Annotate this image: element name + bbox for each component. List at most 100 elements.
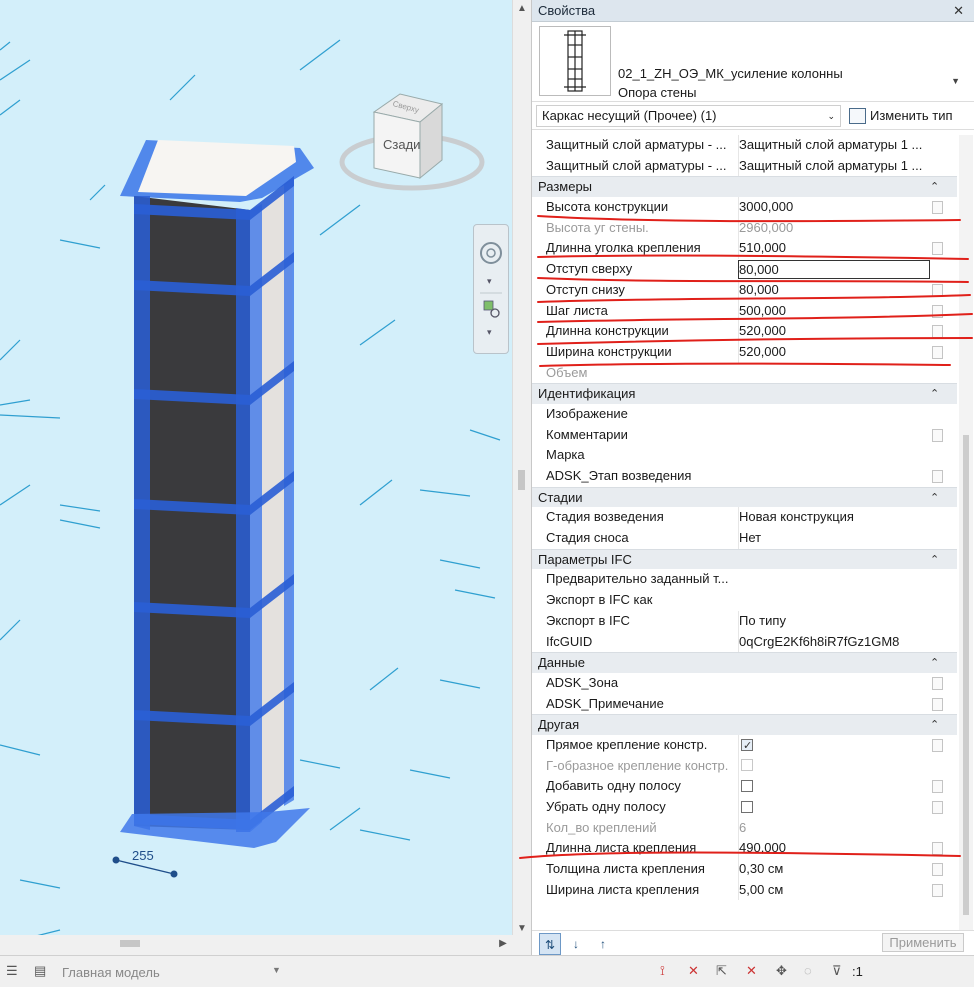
viewport-horizontal-scrollbar[interactable]: ▶ <box>0 935 530 953</box>
background-process-icon[interactable]: ◌ <box>804 963 812 978</box>
active-model-name[interactable]: Главная модель <box>62 965 160 980</box>
select-pinned-icon[interactable]: ⇱ <box>716 963 727 979</box>
collapse-icon[interactable]: ⌃ <box>930 653 939 674</box>
property-row[interactable]: Ширина листа крепления 5,00 см <box>532 879 957 901</box>
value-checkbox[interactable] <box>741 800 753 813</box>
value-checkbox[interactable] <box>741 779 753 792</box>
property-row[interactable]: ADSK_Зона <box>532 673 957 694</box>
property-value[interactable]: Нет <box>738 528 930 549</box>
associate-parameter-button[interactable] <box>932 283 943 297</box>
column-model[interactable] <box>120 140 314 848</box>
property-row[interactable]: Прямое крепление констр. <box>532 734 957 756</box>
property-value[interactable]: 80,000 <box>738 260 930 280</box>
viewport-canvas[interactable]: 255 Сзади Сверху <box>0 0 512 938</box>
property-row[interactable]: Длинна уголка крепления 510,000 <box>532 238 957 260</box>
associate-parameter-button[interactable] <box>932 697 943 711</box>
scroll-up-icon[interactable]: ▲ <box>513 0 531 18</box>
associate-parameter-button[interactable] <box>932 676 943 690</box>
value-checkbox[interactable] <box>741 736 753 756</box>
property-value[interactable]: 0qCrgE2Kf6h8iR7fGz1GM8 <box>738 631 930 653</box>
property-value[interactable]: 520,000 <box>738 341 930 363</box>
collapse-icon[interactable]: ⌃ <box>930 177 939 198</box>
property-group-header[interactable]: Стадии ⌃ <box>532 486 957 509</box>
property-row[interactable]: ADSK_Примечание <box>532 694 957 715</box>
chevron-down-icon[interactable]: ▼ <box>272 965 281 975</box>
associate-parameter-button[interactable] <box>932 863 943 877</box>
property-group-header[interactable]: Размеры ⌃ <box>532 176 957 198</box>
select-by-face-icon[interactable]: ✕ <box>746 963 757 979</box>
associate-parameter-button[interactable] <box>932 842 943 856</box>
scroll-thumb[interactable] <box>963 435 969 915</box>
property-row[interactable]: Предварительно заданный т... <box>532 569 957 590</box>
scroll-thumb[interactable] <box>518 470 525 490</box>
dimension-annotation[interactable]: 255 <box>112 848 178 878</box>
associate-parameter-button[interactable] <box>932 242 943 256</box>
property-row[interactable]: Марка <box>532 445 957 466</box>
steering-wheel-icon[interactable] <box>480 242 502 264</box>
property-row[interactable]: Экспорт в IFC как <box>532 590 957 611</box>
property-row[interactable]: Изображение <box>532 404 957 425</box>
drag-elements-icon[interactable]: ✥ <box>776 963 787 979</box>
associate-parameter-button[interactable] <box>932 345 943 359</box>
collapse-icon[interactable]: ⌃ <box>930 488 939 509</box>
associate-parameter-button[interactable] <box>932 801 943 814</box>
collapse-icon[interactable]: ⌃ <box>930 384 939 405</box>
property-value[interactable]: Новая конструкция <box>738 507 930 529</box>
property-row[interactable]: Объем <box>532 363 957 384</box>
associate-parameter-button[interactable] <box>932 470 943 483</box>
category-filter-dropdown[interactable]: Каркас несущий (Прочее) (1) ⌄ <box>536 105 841 127</box>
property-row[interactable]: Длинна конструкции 520,000 <box>532 321 957 342</box>
associate-parameter-button[interactable] <box>932 738 943 752</box>
property-row[interactable]: Отступ сверху 80,000 <box>532 259 957 280</box>
property-row[interactable]: Длинна листа крепления 490,000 <box>532 838 957 860</box>
associate-parameter-button[interactable] <box>932 428 943 442</box>
property-row[interactable]: ADSK_Этап возведения <box>532 466 957 487</box>
chevron-down-icon[interactable]: ▼ <box>951 76 960 86</box>
collapse-icon[interactable]: ⌃ <box>930 715 939 736</box>
3d-viewport[interactable]: 255 Сзади Сверху ▾ ▾ <box>0 0 512 938</box>
property-group-header[interactable]: Параметры IFC ⌃ <box>532 548 957 571</box>
property-value[interactable]: 80,000 <box>738 279 930 301</box>
property-value[interactable]: 490,000 <box>738 838 930 860</box>
filter-icon[interactable]: ⊽ <box>832 963 842 979</box>
property-row[interactable]: Убрать одну полосу <box>532 797 957 818</box>
property-value[interactable]: Защитный слой арматуры 1 ... <box>738 155 930 177</box>
properties-scrollbar[interactable] <box>959 135 973 930</box>
property-row[interactable]: Добавить одну полосу <box>532 776 957 798</box>
worksets-icon[interactable]: ☰ <box>6 963 18 979</box>
property-group-header[interactable]: Данные ⌃ <box>532 652 957 673</box>
associate-parameter-button[interactable] <box>932 325 943 339</box>
scroll-thumb[interactable] <box>120 940 140 947</box>
associate-parameter-button[interactable] <box>932 201 943 215</box>
associate-parameter-button[interactable] <box>932 780 943 794</box>
property-value[interactable]: 510,000 <box>738 238 930 260</box>
property-row[interactable]: Толщина листа крепления 0,30 см <box>532 859 957 880</box>
property-row[interactable]: Комментарии <box>532 425 957 446</box>
property-row[interactable]: Стадия возведения Новая конструкция <box>532 507 957 529</box>
property-value[interactable]: По типу <box>738 610 930 632</box>
collapse-icon[interactable]: ⌃ <box>930 550 939 571</box>
property-value[interactable] <box>738 734 930 756</box>
navigation-bar[interactable]: ▾ ▾ <box>473 224 509 354</box>
close-icon[interactable]: ✕ <box>953 0 964 22</box>
property-row[interactable]: Высота уг стены. 2960,000 <box>532 217 957 239</box>
sort-icon[interactable]: ⇅ <box>539 933 561 955</box>
select-underlay-icon[interactable]: ✕ <box>688 963 699 979</box>
property-row[interactable]: Отступ снизу 80,000 <box>532 279 957 301</box>
apply-button[interactable]: Применить <box>882 933 964 952</box>
property-row[interactable]: Кол_во креплений 6 <box>532 817 957 839</box>
property-value[interactable]: 5,00 см <box>738 879 930 901</box>
property-row[interactable]: Защитный слой арматуры - ... Защитный сло… <box>532 135 957 156</box>
property-row[interactable]: Защитный слой арматуры - ... Защитный сло… <box>532 155 957 177</box>
scroll-right-icon[interactable]: ▶ <box>494 935 512 953</box>
property-row[interactable]: Ширина конструкции 520,000 <box>532 341 957 363</box>
type-selector[interactable]: 02_1_ZH_ОЭ_МК_усиление колонны Опора сте… <box>532 22 974 102</box>
select-links-icon[interactable]: ⟟ <box>660 963 665 979</box>
property-row[interactable]: Высота конструкции 3000,000 <box>532 197 957 218</box>
property-value[interactable]: 520,000 <box>738 321 930 342</box>
sort-descending-icon[interactable]: ↑ <box>592 933 614 955</box>
property-group-header[interactable]: Идентификация ⌃ <box>532 383 957 404</box>
property-value[interactable]: 3000,000 <box>738 197 930 218</box>
viewcube[interactable]: Сзади Сверху <box>339 93 485 191</box>
property-row[interactable]: Шаг листа 500,000 <box>532 300 957 322</box>
